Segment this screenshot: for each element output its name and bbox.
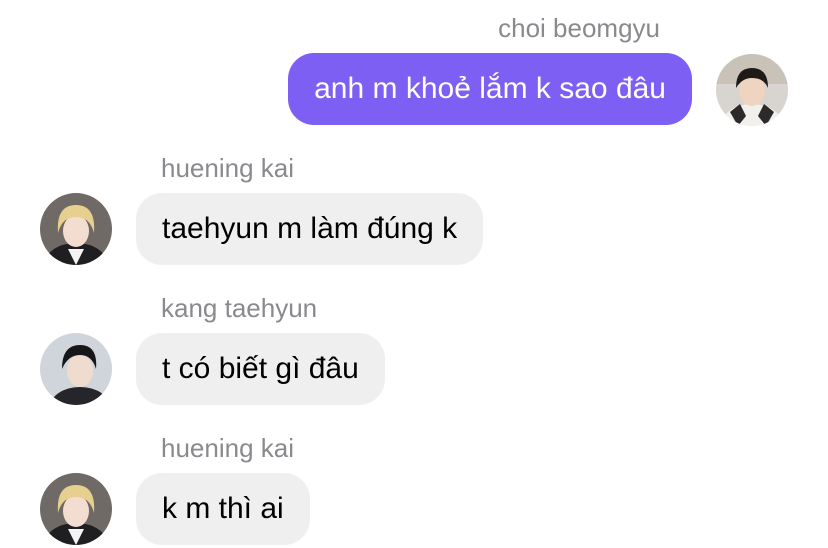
person-photo-blonde-hair-avatar xyxy=(40,193,112,265)
sender-name: huening kai xyxy=(161,433,294,463)
avatar[interactable] xyxy=(40,193,112,265)
avatar[interactable] xyxy=(40,473,112,545)
sender-name: kang taehyun xyxy=(161,293,318,323)
person-photo-dark-hair-avatar xyxy=(40,333,112,405)
message-bubble[interactable]: k m thì ai xyxy=(136,473,310,545)
message-bubble[interactable]: taehyun m làm đúng k xyxy=(136,193,484,265)
sender-name: choi beomgyu xyxy=(498,13,660,43)
message-bubble[interactable]: anh m khoẻ lắm k sao đâu xyxy=(288,53,692,125)
sender-name: huening kai xyxy=(161,153,294,183)
avatar[interactable] xyxy=(40,333,112,405)
message-bubble[interactable]: t có biết gì đâu xyxy=(136,333,385,405)
person-photo-dark-hair-avatar xyxy=(716,54,788,126)
person-photo-blonde-hair-avatar xyxy=(40,473,112,545)
avatar[interactable] xyxy=(716,54,788,126)
